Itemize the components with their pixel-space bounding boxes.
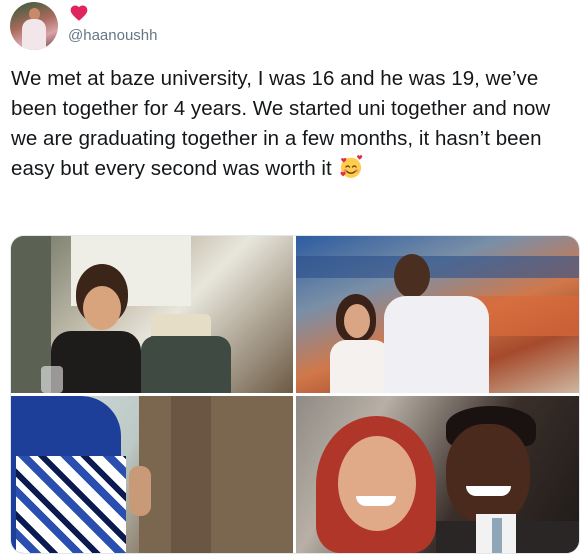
author-handle[interactable]: @haanoushh	[68, 27, 157, 44]
tweet-card: @haanoushh We met at baze university, I …	[0, 0, 585, 554]
photo-couple-mural[interactable]	[296, 236, 579, 393]
photo-couple-traditional-attire[interactable]	[11, 396, 293, 553]
red-heart-icon	[70, 5, 88, 21]
tweet-text: We met at baze university, I was 16 and …	[11, 67, 551, 180]
photo-couple-closeup[interactable]	[296, 396, 579, 553]
tweet-text-block: We met at baze university, I was 16 and …	[11, 64, 581, 184]
media-grid	[10, 235, 580, 554]
photo-couple-dinner[interactable]	[11, 236, 293, 393]
avatar[interactable]	[10, 2, 58, 50]
smiling-face-with-hearts-icon	[339, 155, 362, 178]
avatar-dress-shape	[22, 19, 46, 50]
